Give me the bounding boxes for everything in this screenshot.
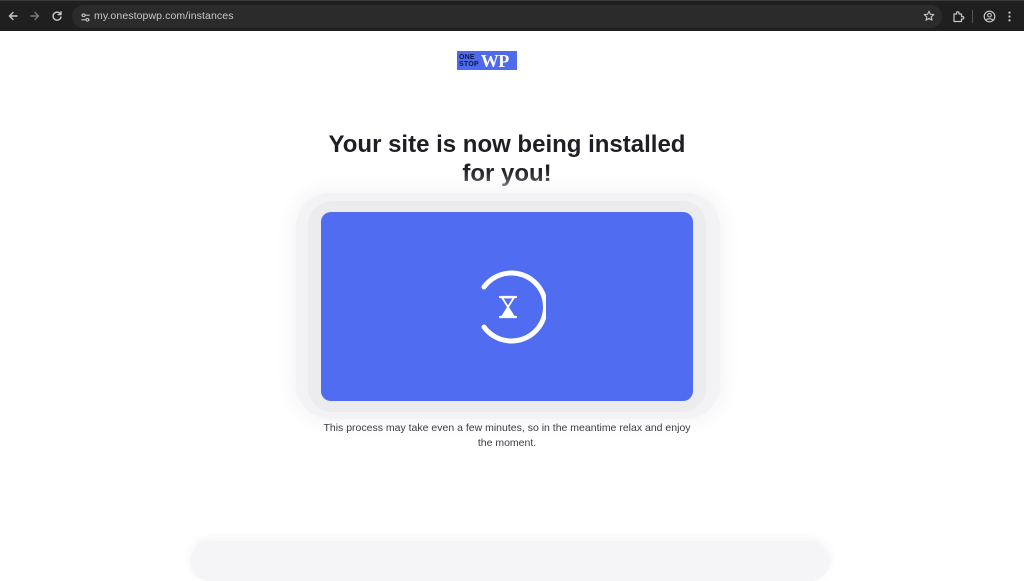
extensions-button[interactable]: [950, 8, 966, 24]
forward-button[interactable]: [27, 8, 43, 24]
install-note: This process may take even a few minutes…: [312, 421, 702, 451]
logo-text-small: ONE STOP: [459, 54, 479, 68]
address-bar[interactable]: my.onestopwp.com/instances: [72, 5, 942, 28]
reload-icon: [52, 11, 62, 21]
next-section-card: [190, 541, 830, 581]
install-note-line2: the moment.: [477, 437, 537, 449]
logo-mark: WP: [480, 50, 510, 71]
account-circle-icon: [983, 10, 995, 22]
menu-button[interactable]: [1001, 8, 1017, 24]
reload-button[interactable]: [49, 8, 65, 24]
spinner-arc: [481, 270, 546, 344]
browser-toolbar: my.onestopwp.com/instances: [0, 0, 1024, 31]
logo-line-two: STOP: [459, 60, 479, 68]
tune-icon: [80, 12, 90, 22]
onestopwp-logo[interactable]: ONE STOP WP: [457, 51, 517, 70]
toolbar-divider: [972, 10, 973, 23]
loading-spinner: [481, 270, 546, 344]
puzzle-icon: [952, 10, 964, 22]
site-info-button[interactable]: [78, 10, 92, 24]
profile-button[interactable]: [981, 8, 997, 24]
arrow-right-icon: [30, 11, 40, 21]
arrow-left-icon: [8, 11, 18, 21]
more-vert-icon: [1007, 11, 1011, 21]
page-title-line1: Your site is now being installed: [328, 131, 686, 158]
url-text[interactable]: my.onestopwp.com/instances: [94, 10, 234, 22]
back-button[interactable]: [5, 8, 21, 24]
page-title-line2: for you!: [462, 160, 552, 187]
logo-line-one: ONE: [459, 53, 475, 61]
hourglass-icon: [498, 295, 518, 319]
star-icon: [923, 10, 935, 21]
page-title: Your site is now being installed for you…: [312, 130, 702, 188]
bookmark-button[interactable]: [922, 9, 936, 23]
install-note-line1: This process may take even a few minutes…: [323, 422, 691, 434]
